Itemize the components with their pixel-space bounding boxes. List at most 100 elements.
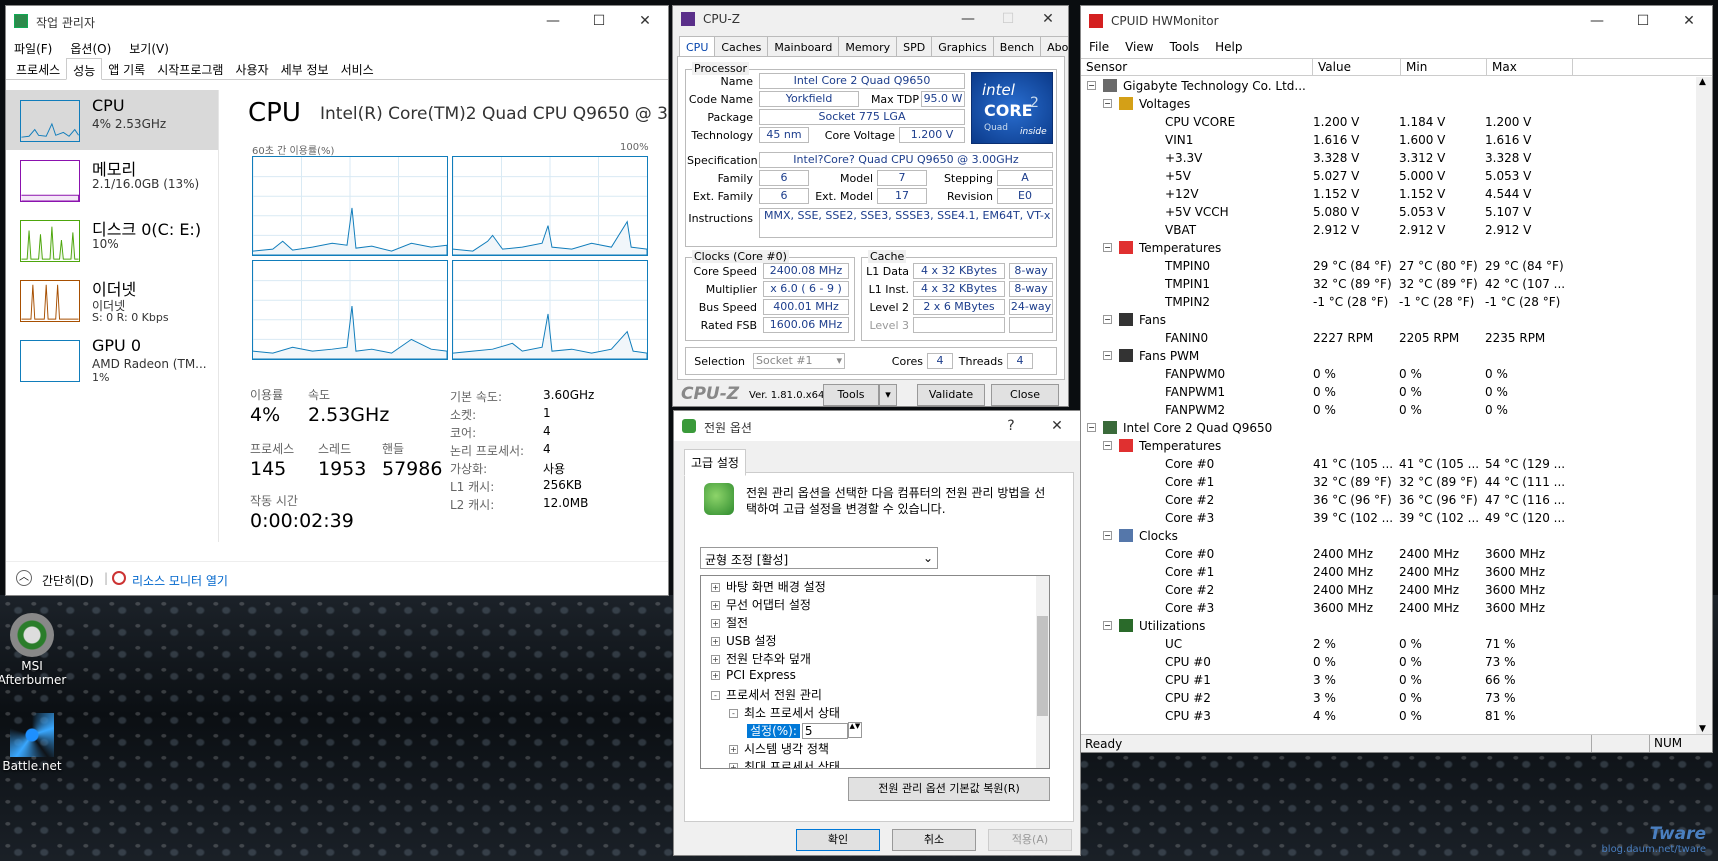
tab-advanced-settings[interactable]: 고급 설정	[684, 449, 746, 476]
tree-item[interactable]: + 시스템 냉각 정책	[701, 738, 1049, 756]
sensor-row[interactable]: − Clocks	[1081, 527, 1697, 545]
chevron-down-icon[interactable]: ▼	[1699, 724, 1706, 734]
tab-services[interactable]: 서비스	[335, 58, 380, 79]
tree-item[interactable]: + 절전	[701, 612, 1049, 630]
cancel-button[interactable]: 취소	[892, 829, 976, 851]
menu-file[interactable]: 파일(F)	[14, 40, 52, 56]
sidebar-item-memory[interactable]: 메모리 2.1/16.0GB (13%)	[6, 150, 218, 210]
tab-app-history[interactable]: 앱 기록	[102, 58, 151, 79]
collapse-icon[interactable]: −	[1103, 531, 1112, 540]
sensor-row[interactable]: CPU #2 3 % 0 % 73 %	[1081, 689, 1697, 707]
tools-button[interactable]: Tools	[823, 384, 879, 406]
tree-item[interactable]: + USB 설정	[701, 630, 1049, 648]
expand-icon[interactable]: +	[711, 637, 720, 646]
sensor-row[interactable]: − Fans PWM	[1081, 347, 1697, 365]
collapse-icon[interactable]: −	[1103, 351, 1112, 360]
tab-processes[interactable]: 프로세스	[10, 58, 66, 79]
sensor-row[interactable]: FANPWM2 0 % 0 % 0 %	[1081, 401, 1697, 419]
sensor-row[interactable]: CPU #1 3 % 0 % 66 %	[1081, 671, 1697, 689]
sensor-row[interactable]: FANPWM0 0 % 0 % 0 %	[1081, 365, 1697, 383]
close-button[interactable]: ✕	[1666, 6, 1712, 36]
sensor-row[interactable]: TMPIN1 32 °C (89 °F) 32 °C (89 °F) 42 °C (1…	[1081, 275, 1697, 293]
collapse-icon[interactable]: −	[1087, 423, 1096, 432]
tab-bench[interactable]: Bench	[992, 36, 1042, 56]
sidebar-item-gpu[interactable]: GPU 0 AMD Radeon (TM... 1%	[6, 330, 218, 390]
sensor-row[interactable]: − Voltages	[1081, 95, 1697, 113]
minimize-button[interactable]: —	[530, 6, 576, 36]
column-min[interactable]: Min	[1401, 59, 1487, 75]
maximize-button[interactable]: ☐	[576, 6, 622, 36]
desktop-icon-battlenet[interactable]: Battle.net	[0, 713, 72, 773]
tab-mainboard[interactable]: Mainboard	[767, 36, 840, 56]
minimize-button[interactable]: —	[1574, 6, 1620, 36]
menu-view[interactable]: View	[1125, 40, 1153, 54]
resource-monitor-link[interactable]: 리소스 모니터 열기	[132, 572, 228, 589]
sensor-row[interactable]: FANIN0 2227 RPM 2205 RPM 2235 RPM	[1081, 329, 1697, 347]
menu-tools[interactable]: Tools	[1170, 40, 1200, 54]
sensor-row[interactable]: UC 2 % 0 % 71 %	[1081, 635, 1697, 653]
validate-button[interactable]: Validate	[917, 384, 985, 406]
sidebar-item-ethernet[interactable]: 이더넷 이더넷 S: 0 R: 0 Kbps	[6, 270, 218, 330]
expand-icon[interactable]: +	[711, 583, 720, 592]
close-button[interactable]: ✕	[622, 6, 668, 36]
expand-icon[interactable]: +	[711, 601, 720, 610]
close-button[interactable]: Close	[991, 384, 1059, 406]
sensor-row[interactable]: +12V 1.152 V 1.152 V 4.544 V	[1081, 185, 1697, 203]
sensor-row[interactable]: − Fans	[1081, 311, 1697, 329]
collapse-icon[interactable]: -	[729, 709, 738, 718]
expand-icon[interactable]: +	[711, 655, 720, 664]
tab-about[interactable]: About	[1040, 36, 1068, 56]
sensor-row[interactable]: Core #0 2400 MHz 2400 MHz 3600 MHz	[1081, 545, 1697, 563]
minimize-button[interactable]: —	[948, 6, 988, 32]
collapse-icon[interactable]: −	[1103, 315, 1112, 324]
tab-spd[interactable]: SPD	[896, 36, 933, 56]
vertical-scrollbar[interactable]: ▲ ▼	[1696, 77, 1712, 734]
sensor-row[interactable]: +5V 5.027 V 5.000 V 5.053 V	[1081, 167, 1697, 185]
tree-item[interactable]: 설정(%): 5 ▲▼	[701, 720, 1049, 739]
power-plan-select[interactable]: 균형 조정 [활성] ⌄	[700, 547, 938, 569]
sensor-row[interactable]: − Utilizations	[1081, 617, 1697, 635]
expand-icon[interactable]: +	[729, 745, 738, 754]
column-value[interactable]: Value	[1313, 59, 1401, 75]
sensor-row[interactable]: CPU #0 0 % 0 % 73 %	[1081, 653, 1697, 671]
tab-performance[interactable]: 성능	[66, 58, 103, 80]
sensor-row[interactable]: Core #0 41 °C (105 ... 41 °C (105 ... 54 °C…	[1081, 455, 1697, 473]
tab-cpu[interactable]: CPU	[679, 36, 716, 56]
sensor-row[interactable]: − Temperatures	[1081, 437, 1697, 455]
sensor-row[interactable]: Core #3 39 °C (102 ... 39 °C (102 ... 49 °C…	[1081, 509, 1697, 527]
socket-select[interactable]: Socket #1 ▾	[753, 353, 845, 369]
sensor-row[interactable]: FANPWM1 0 % 0 % 0 %	[1081, 383, 1697, 401]
restore-defaults-button[interactable]: 전원 관리 옵션 기본값 복원(R)	[848, 777, 1050, 801]
sidebar-item-cpu[interactable]: CPU 4% 2.53GHz	[6, 90, 218, 150]
setting-value-input[interactable]: 5	[801, 723, 848, 739]
sensor-row[interactable]: CPU #3 4 % 0 % 81 %	[1081, 707, 1697, 725]
expand-icon[interactable]: +	[729, 763, 738, 768]
sensor-row[interactable]: − Intel Core 2 Quad Q9650	[1081, 419, 1697, 437]
collapse-icon[interactable]: -	[711, 691, 720, 700]
tree-item[interactable]: + PCI Express	[701, 666, 1049, 684]
tab-startup[interactable]: 시작프로그램	[151, 58, 229, 79]
collapse-icon[interactable]: −	[1103, 441, 1112, 450]
tree-item[interactable]: - 프로세서 전원 관리	[701, 684, 1049, 702]
desktop-icon-msi-afterburner[interactable]: MSI Afterburner	[0, 613, 72, 687]
menu-file[interactable]: File	[1089, 40, 1109, 54]
sensor-row[interactable]: Core #2 36 °C (96 °F) 36 °C (96 °F) 47 °C (…	[1081, 491, 1697, 509]
sensor-row[interactable]: Core #1 32 °C (89 °F) 32 °C (89 °F) 44 °C (…	[1081, 473, 1697, 491]
sensor-row[interactable]: VBAT 2.912 V 2.912 V 2.912 V	[1081, 221, 1697, 239]
sensor-row[interactable]: TMPIN0 29 °C (84 °F) 27 °C (80 °F) 29 °C (8…	[1081, 257, 1697, 275]
fewer-details-link[interactable]: 간단히(D)	[42, 572, 94, 589]
expand-icon[interactable]: +	[711, 619, 720, 628]
tab-memory[interactable]: Memory	[838, 36, 898, 56]
scrollbar-thumb[interactable]	[1037, 616, 1048, 716]
ok-button[interactable]: 확인	[796, 829, 880, 851]
tab-details[interactable]: 세부 정보	[275, 58, 335, 79]
sensor-row[interactable]: − Gigabyte Technology Co. Ltd...	[1081, 77, 1697, 95]
sensor-row[interactable]: VIN1 1.616 V 1.600 V 1.616 V	[1081, 131, 1697, 149]
close-button[interactable]: ✕	[1028, 6, 1068, 32]
tab-graphics[interactable]: Graphics	[931, 36, 994, 56]
maximize-button[interactable]: ☐	[1620, 6, 1666, 36]
help-button[interactable]: ?	[988, 411, 1034, 441]
collapse-icon[interactable]: −	[1103, 99, 1112, 108]
menu-help[interactable]: Help	[1215, 40, 1242, 54]
collapse-icon[interactable]: −	[1103, 621, 1112, 630]
